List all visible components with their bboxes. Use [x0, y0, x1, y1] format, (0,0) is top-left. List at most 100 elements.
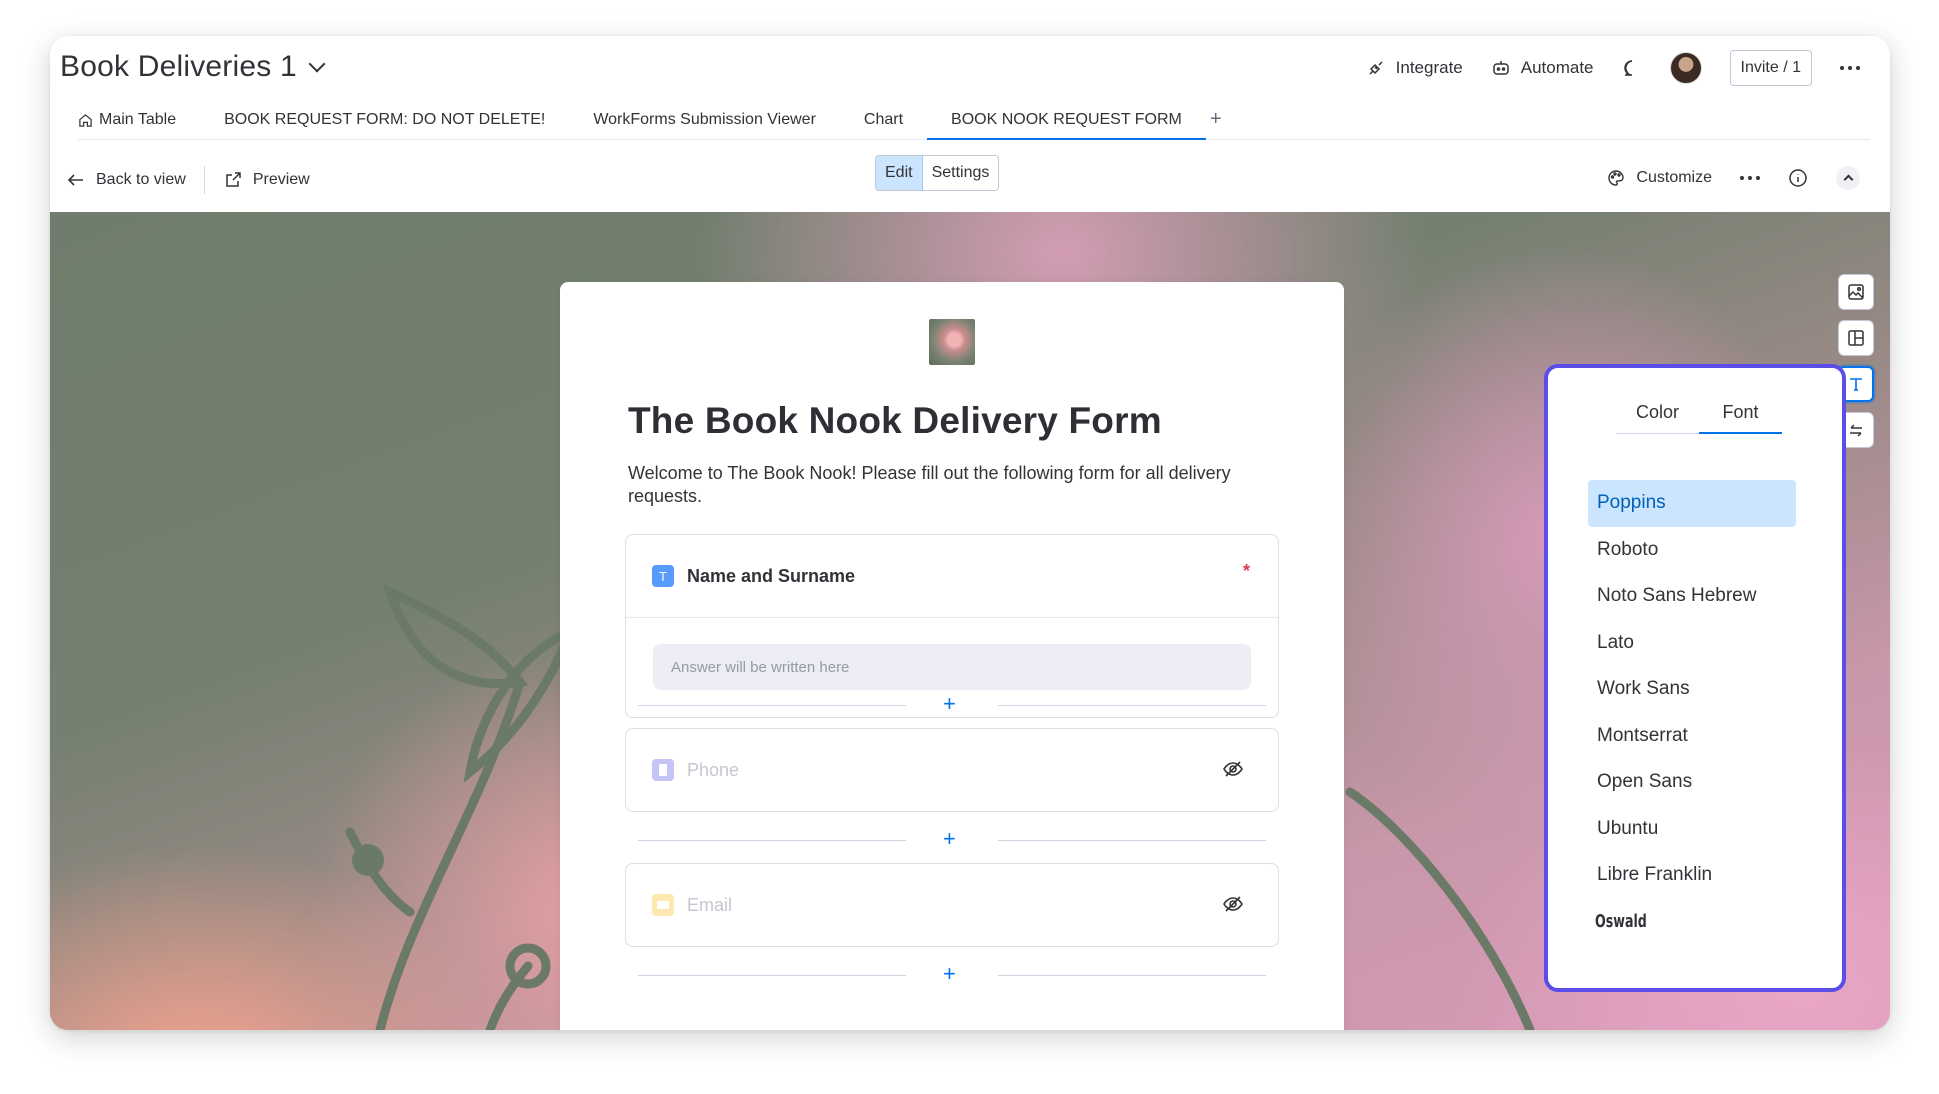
- tab-book-request-form[interactable]: BOOK REQUEST FORM: DO NOT DELETE!: [200, 111, 569, 139]
- question-label: Email: [687, 894, 733, 915]
- answer-placeholder-field[interactable]: Answer will be written here: [653, 644, 1251, 690]
- arrow-left-icon: [67, 174, 83, 186]
- tab-book-nook-request-form[interactable]: BOOK NOOK REQUEST FORM: [927, 111, 1206, 140]
- add-question-divider: +: [638, 691, 1266, 716]
- add-question-button[interactable]: +: [943, 691, 956, 717]
- divider-line: [998, 705, 1266, 706]
- tab-workforms-submission-viewer[interactable]: WorkForms Submission Viewer: [569, 111, 840, 139]
- more-options-icon[interactable]: [1740, 176, 1760, 180]
- collapse-button[interactable]: [1836, 166, 1860, 190]
- divider-line: [998, 840, 1266, 841]
- layout-button[interactable]: [1838, 320, 1874, 356]
- font-option-montserrat[interactable]: Montserrat: [1588, 713, 1796, 760]
- question-phone[interactable]: Phone: [625, 728, 1279, 812]
- font-option-oswald[interactable]: Oswald: [1588, 899, 1750, 946]
- font-option-open-sans[interactable]: Open Sans: [1588, 759, 1796, 806]
- eye-off-icon[interactable]: [1222, 893, 1244, 915]
- question-label: Phone: [687, 759, 740, 780]
- preview-label: Preview: [252, 171, 310, 188]
- tab-label: Chart: [863, 111, 904, 128]
- robot-icon: [1493, 61, 1509, 75]
- divider-line: [638, 975, 906, 976]
- edit-settings-toggle: Edit Settings: [875, 155, 1000, 191]
- chat-bubble-icon: [1623, 60, 1632, 76]
- font-option-poppins[interactable]: Poppins: [1588, 480, 1796, 527]
- divider-line: [638, 705, 906, 706]
- settings-button[interactable]: Settings: [922, 156, 999, 190]
- back-label: Back to view: [96, 171, 186, 188]
- panel-tabs: Color Font: [1616, 398, 1782, 434]
- back-to-view-button[interactable]: Back to view: [66, 170, 186, 190]
- swap-arrows-icon: [1850, 424, 1862, 437]
- font-list: Poppins Roboto Noto Sans Hebrew Lato Wor…: [1588, 480, 1796, 945]
- question-label: Name and Surname: [687, 565, 856, 586]
- palette-icon: [1608, 170, 1625, 186]
- tab-chart[interactable]: Chart: [840, 111, 927, 139]
- background-image-button[interactable]: [1838, 274, 1874, 310]
- automate-label: Automate: [1520, 58, 1594, 77]
- invite-button[interactable]: Invite / 1: [1729, 50, 1812, 86]
- font-option-noto-sans-hebrew[interactable]: Noto Sans Hebrew: [1588, 573, 1796, 620]
- automate-button[interactable]: Automate: [1491, 58, 1594, 78]
- edit-button[interactable]: Edit: [876, 156, 923, 190]
- image-icon: [1848, 284, 1864, 300]
- font-option-work-sans[interactable]: Work Sans: [1588, 666, 1796, 713]
- tab-label: WorkForms Submission Viewer: [593, 111, 816, 128]
- add-question-divider: +: [638, 961, 1266, 986]
- external-link-icon: [226, 172, 241, 187]
- required-asterisk: *: [1242, 561, 1250, 581]
- add-question-divider: +: [638, 826, 1266, 851]
- tab-label: BOOK NOOK REQUEST FORM: [951, 111, 1182, 128]
- eye-off-icon[interactable]: [1222, 758, 1244, 780]
- form-canvas: The Book Nook Delivery Form Welcome to T…: [50, 212, 1890, 1030]
- home-icon: [79, 113, 92, 127]
- preview-button[interactable]: Preview: [223, 170, 310, 190]
- form-title[interactable]: The Book Nook Delivery Form: [628, 400, 1162, 442]
- question-header: T Name and Surname *: [626, 535, 1278, 617]
- toolbar-left: Back to view Preview: [66, 166, 310, 194]
- font-option-libre-franklin[interactable]: Libre Franklin: [1588, 852, 1796, 899]
- toolbar-right: Customize: [1606, 166, 1860, 190]
- font-option-ubuntu[interactable]: Ubuntu: [1588, 806, 1796, 853]
- divider: [203, 166, 205, 194]
- divider-line: [638, 840, 906, 841]
- font-option-roboto[interactable]: Roboto: [1588, 527, 1796, 574]
- add-question-button[interactable]: +: [943, 961, 956, 987]
- text-column-icon: T: [652, 565, 674, 587]
- tab-font[interactable]: Font: [1699, 398, 1782, 434]
- updates-button[interactable]: [1622, 58, 1642, 78]
- app-window: Book Deliveries 1 Integrate Automate Inv…: [50, 36, 1890, 1030]
- user-avatar[interactable]: [1669, 52, 1702, 84]
- view-tabs: Main Table BOOK REQUEST FORM: DO NOT DEL…: [78, 100, 1870, 140]
- add-question-button[interactable]: +: [943, 826, 956, 852]
- layout-icon: [1848, 330, 1864, 346]
- text-icon: [1850, 378, 1862, 391]
- board-title-text: Book Deliveries 1: [60, 50, 297, 83]
- more-options-icon[interactable]: [1840, 66, 1860, 70]
- integrate-icon: [1369, 61, 1383, 75]
- font-option-lato[interactable]: Lato: [1588, 620, 1796, 667]
- tab-color[interactable]: Color: [1616, 398, 1699, 433]
- question-email[interactable]: Email: [625, 863, 1279, 947]
- header-actions: Integrate Automate Invite / 1: [1366, 50, 1860, 86]
- phone-column-icon: [652, 759, 674, 781]
- add-view-button[interactable]: +: [1206, 108, 1236, 139]
- board-title[interactable]: Book Deliveries 1: [60, 50, 326, 84]
- form-logo-image[interactable]: [929, 319, 975, 365]
- tab-main-table[interactable]: Main Table: [78, 111, 200, 139]
- form-card: The Book Nook Delivery Form Welcome to T…: [560, 282, 1344, 1030]
- chevron-up-icon: [1843, 174, 1853, 185]
- email-column-icon: [652, 894, 674, 916]
- integrate-button[interactable]: Integrate: [1366, 58, 1463, 78]
- customize-button[interactable]: Customize: [1606, 168, 1712, 188]
- question-header: Phone: [626, 729, 1278, 811]
- tab-label: BOOK REQUEST FORM: DO NOT DELETE!: [224, 111, 546, 128]
- integrate-label: Integrate: [1395, 58, 1463, 77]
- font-settings-panel: Color Font Poppins Roboto Noto Sans Hebr…: [1544, 364, 1846, 992]
- question-header: Email: [626, 864, 1278, 946]
- form-description[interactable]: Welcome to The Book Nook! Please fill ou…: [628, 462, 1268, 508]
- divider-line: [998, 975, 1266, 976]
- info-icon[interactable]: [1788, 168, 1808, 188]
- customize-label: Customize: [1636, 169, 1712, 186]
- chevron-down-icon[interactable]: [308, 55, 326, 73]
